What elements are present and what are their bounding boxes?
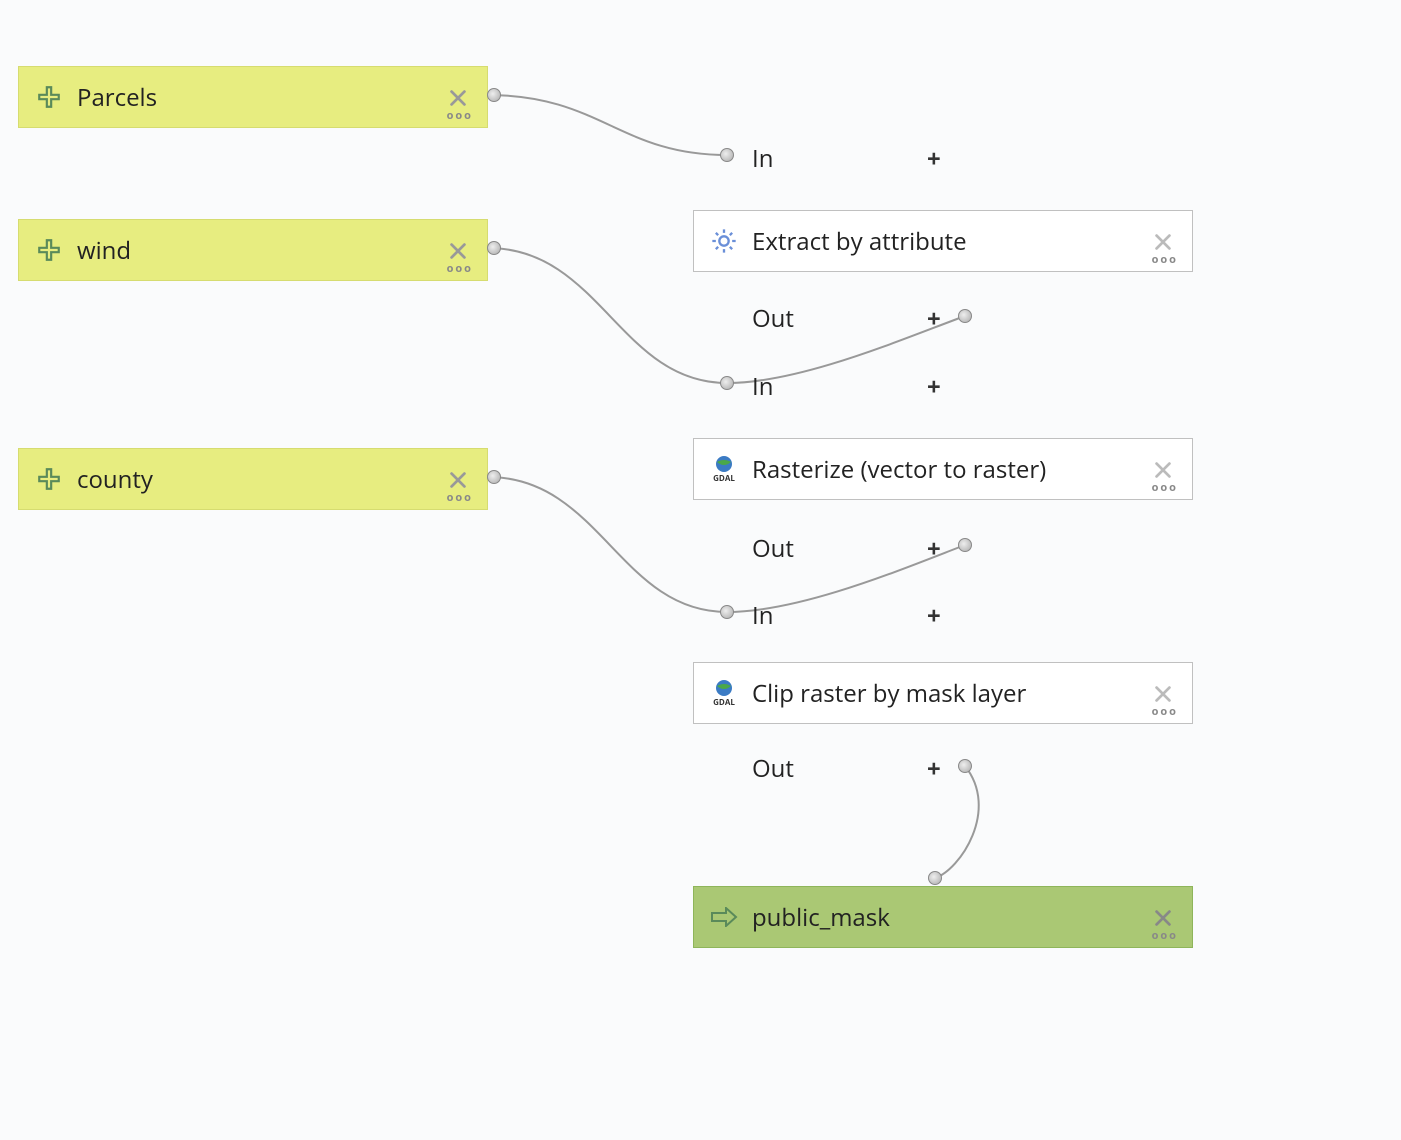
- arrow-right-icon: [708, 901, 740, 933]
- add-port-button[interactable]: +: [927, 532, 941, 565]
- add-port-button[interactable]: +: [927, 752, 941, 785]
- close-icon[interactable]: [447, 466, 473, 492]
- input-port[interactable]: [720, 148, 734, 162]
- node-label: wind: [77, 234, 437, 267]
- menu-icon[interactable]: ooo: [1152, 480, 1178, 495]
- close-icon[interactable]: [1152, 680, 1178, 706]
- connections-layer: [0, 0, 1401, 1140]
- add-port-button[interactable]: +: [927, 370, 941, 403]
- output-port[interactable]: [958, 759, 972, 773]
- node-label: Extract by attribute: [752, 225, 1142, 258]
- menu-icon[interactable]: ooo: [1152, 928, 1178, 943]
- output-port[interactable]: [958, 309, 972, 323]
- close-icon[interactable]: [1152, 228, 1178, 254]
- plus-icon: [33, 463, 65, 495]
- menu-icon[interactable]: ooo: [1152, 252, 1178, 267]
- menu-icon[interactable]: ooo: [447, 261, 473, 276]
- output-node-public-mask[interactable]: public_mask ooo: [693, 886, 1193, 948]
- output-port[interactable]: [487, 470, 501, 484]
- output-port[interactable]: [487, 241, 501, 255]
- input-node-wind[interactable]: wind ooo: [18, 219, 488, 281]
- in-port-label: In: [752, 370, 773, 403]
- node-label: county: [77, 463, 437, 496]
- input-port[interactable]: [720, 376, 734, 390]
- svg-text:GDAL: GDAL: [713, 697, 735, 708]
- input-node-parcels[interactable]: Parcels ooo: [18, 66, 488, 128]
- in-port-label: In: [752, 599, 773, 632]
- menu-icon[interactable]: ooo: [1152, 704, 1178, 719]
- process-node-extract[interactable]: Extract by attribute ooo: [693, 210, 1193, 272]
- input-port[interactable]: [928, 871, 942, 885]
- out-port-label: Out: [752, 532, 794, 565]
- menu-icon[interactable]: ooo: [447, 108, 473, 123]
- plus-icon: [33, 234, 65, 266]
- in-port-label: In: [752, 142, 773, 175]
- node-label: public_mask: [752, 901, 1142, 934]
- close-icon[interactable]: [1152, 456, 1178, 482]
- svg-text:GDAL: GDAL: [713, 473, 735, 484]
- output-port[interactable]: [958, 538, 972, 552]
- add-port-button[interactable]: +: [927, 142, 941, 175]
- out-port-label: Out: [752, 302, 794, 335]
- process-node-clip[interactable]: GDAL Clip raster by mask layer ooo: [693, 662, 1193, 724]
- add-port-button[interactable]: +: [927, 599, 941, 632]
- out-port-label: Out: [752, 752, 794, 785]
- input-node-county[interactable]: county ooo: [18, 448, 488, 510]
- menu-icon[interactable]: ooo: [447, 490, 473, 505]
- node-label: Parcels: [77, 81, 437, 114]
- plus-icon: [33, 81, 65, 113]
- gdal-icon: GDAL: [708, 453, 740, 485]
- close-icon[interactable]: [447, 237, 473, 263]
- input-port[interactable]: [720, 605, 734, 619]
- gear-icon: [708, 225, 740, 257]
- gdal-icon: GDAL: [708, 677, 740, 709]
- node-label: Clip raster by mask layer: [752, 677, 1142, 710]
- add-port-button[interactable]: +: [927, 302, 941, 335]
- node-label: Rasterize (vector to raster): [752, 453, 1142, 486]
- close-icon[interactable]: [447, 84, 473, 110]
- process-node-rasterize[interactable]: GDAL Rasterize (vector to raster) ooo: [693, 438, 1193, 500]
- output-port[interactable]: [487, 88, 501, 102]
- close-icon[interactable]: [1152, 904, 1178, 930]
